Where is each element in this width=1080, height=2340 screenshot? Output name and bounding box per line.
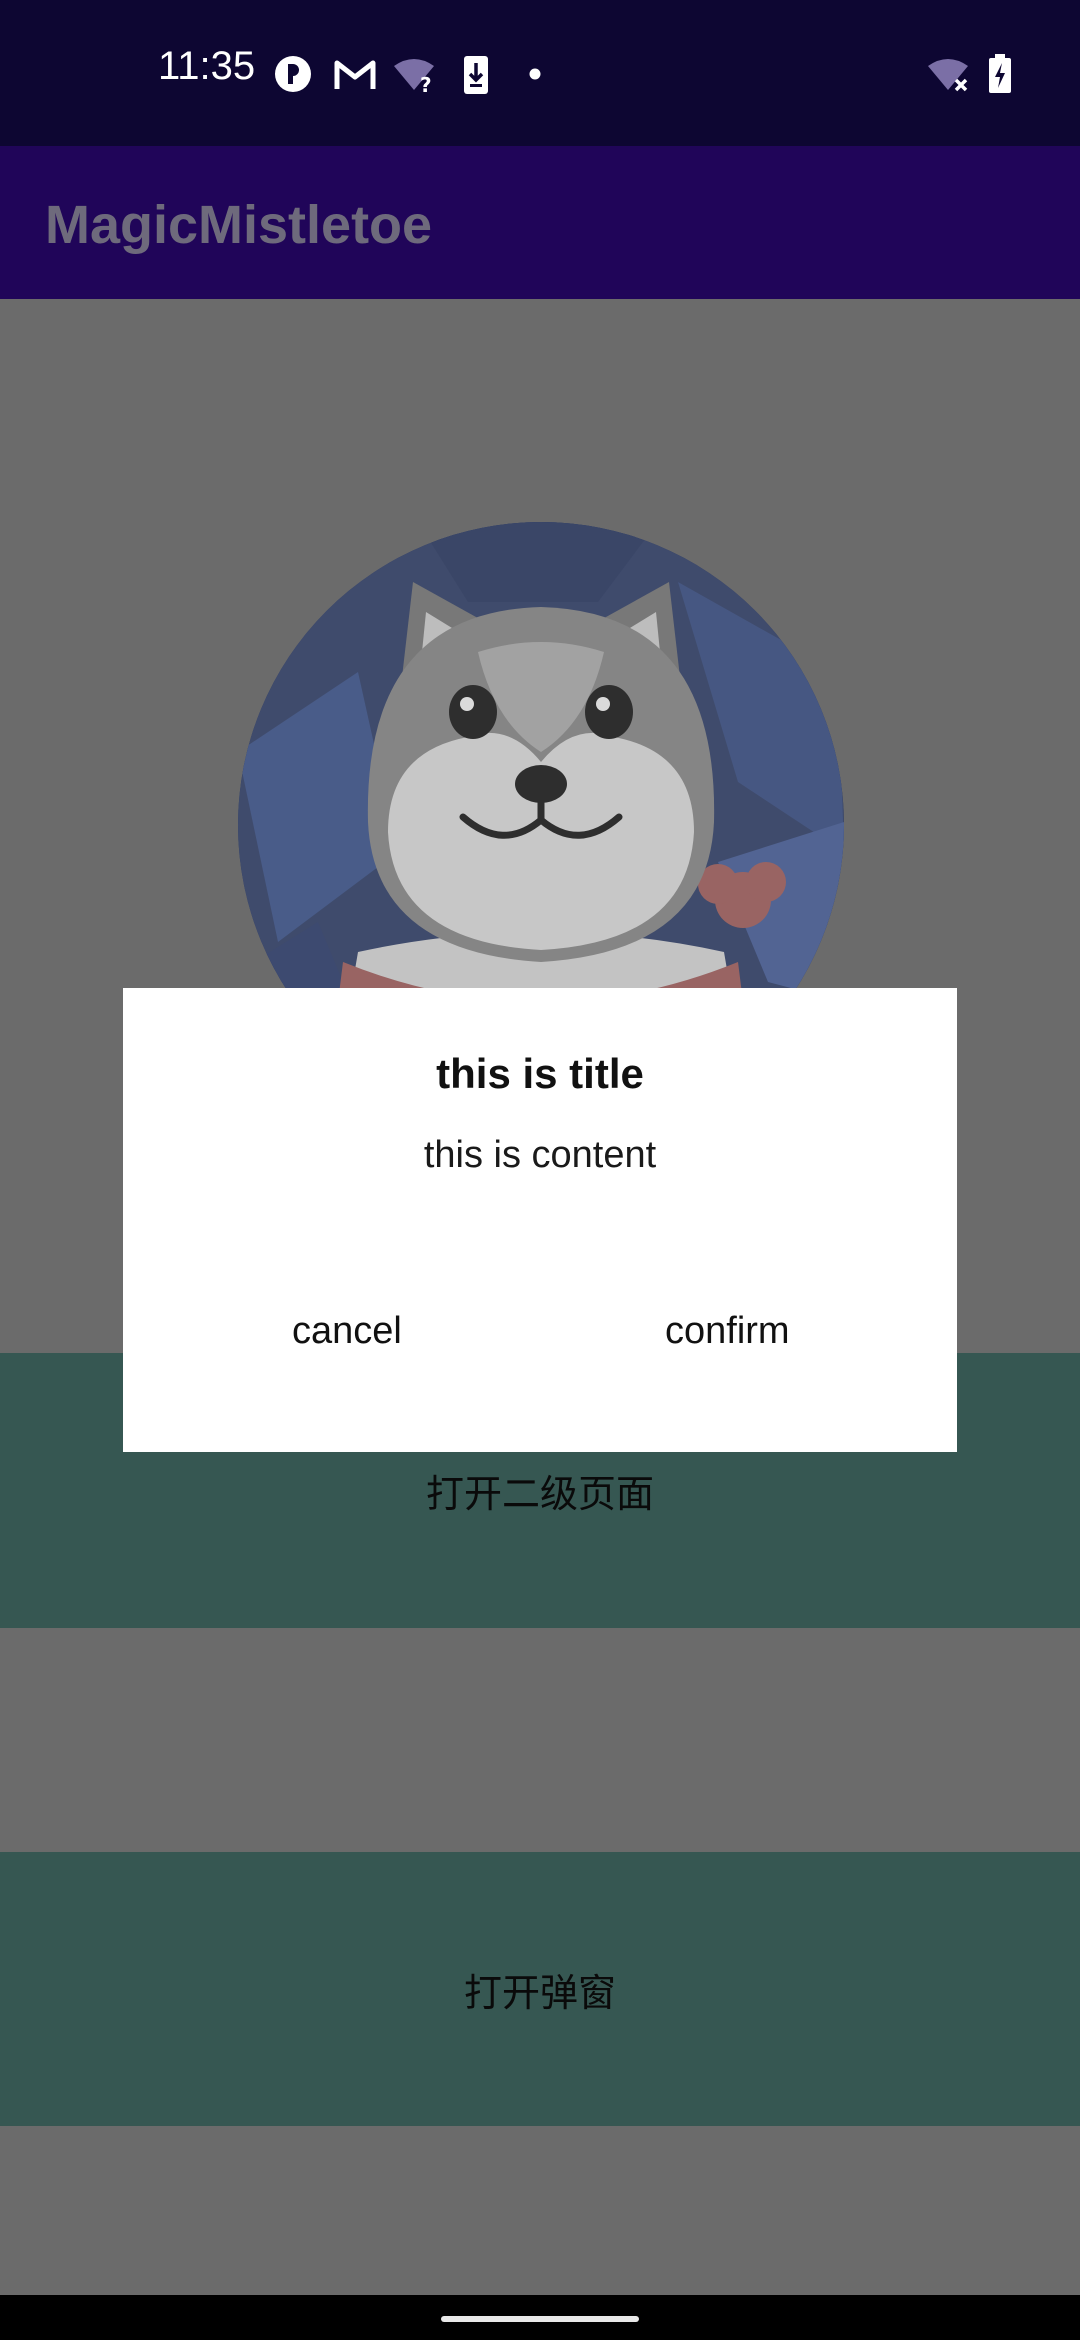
wifi-unknown-icon: ? <box>394 59 434 94</box>
app-bar: MagicMistletoe <box>0 146 1080 299</box>
gmail-icon <box>334 60 376 89</box>
svg-text:?: ? <box>420 73 432 94</box>
app-title: MagicMistletoe <box>45 195 433 255</box>
dialog-confirm-button[interactable]: confirm <box>665 1310 790 1353</box>
dialog-title: this is title <box>436 1050 644 1097</box>
screen: 11:35 ? MagicMistletoe 打开二级页面 打开弹窗 this … <box>0 0 1080 2340</box>
download-icon <box>464 56 488 94</box>
status-time: 11:35 <box>158 44 256 88</box>
battery-charging-icon <box>989 54 1011 93</box>
wifi-off-icon <box>928 59 968 92</box>
navigation-bar <box>0 2295 1080 2340</box>
alert-dialog: this is title this is content cancel con… <box>123 988 957 1452</box>
dialog-cancel-button[interactable]: cancel <box>292 1310 402 1353</box>
sync-icon <box>275 56 311 92</box>
home-handle[interactable] <box>441 2316 639 2322</box>
dot-icon <box>529 68 541 80</box>
dialog-content: this is content <box>423 1134 657 1176</box>
open-dialog-button[interactable]: 打开弹窗 <box>0 1852 1080 2126</box>
status-bar: 11:35 ? <box>0 0 1080 146</box>
